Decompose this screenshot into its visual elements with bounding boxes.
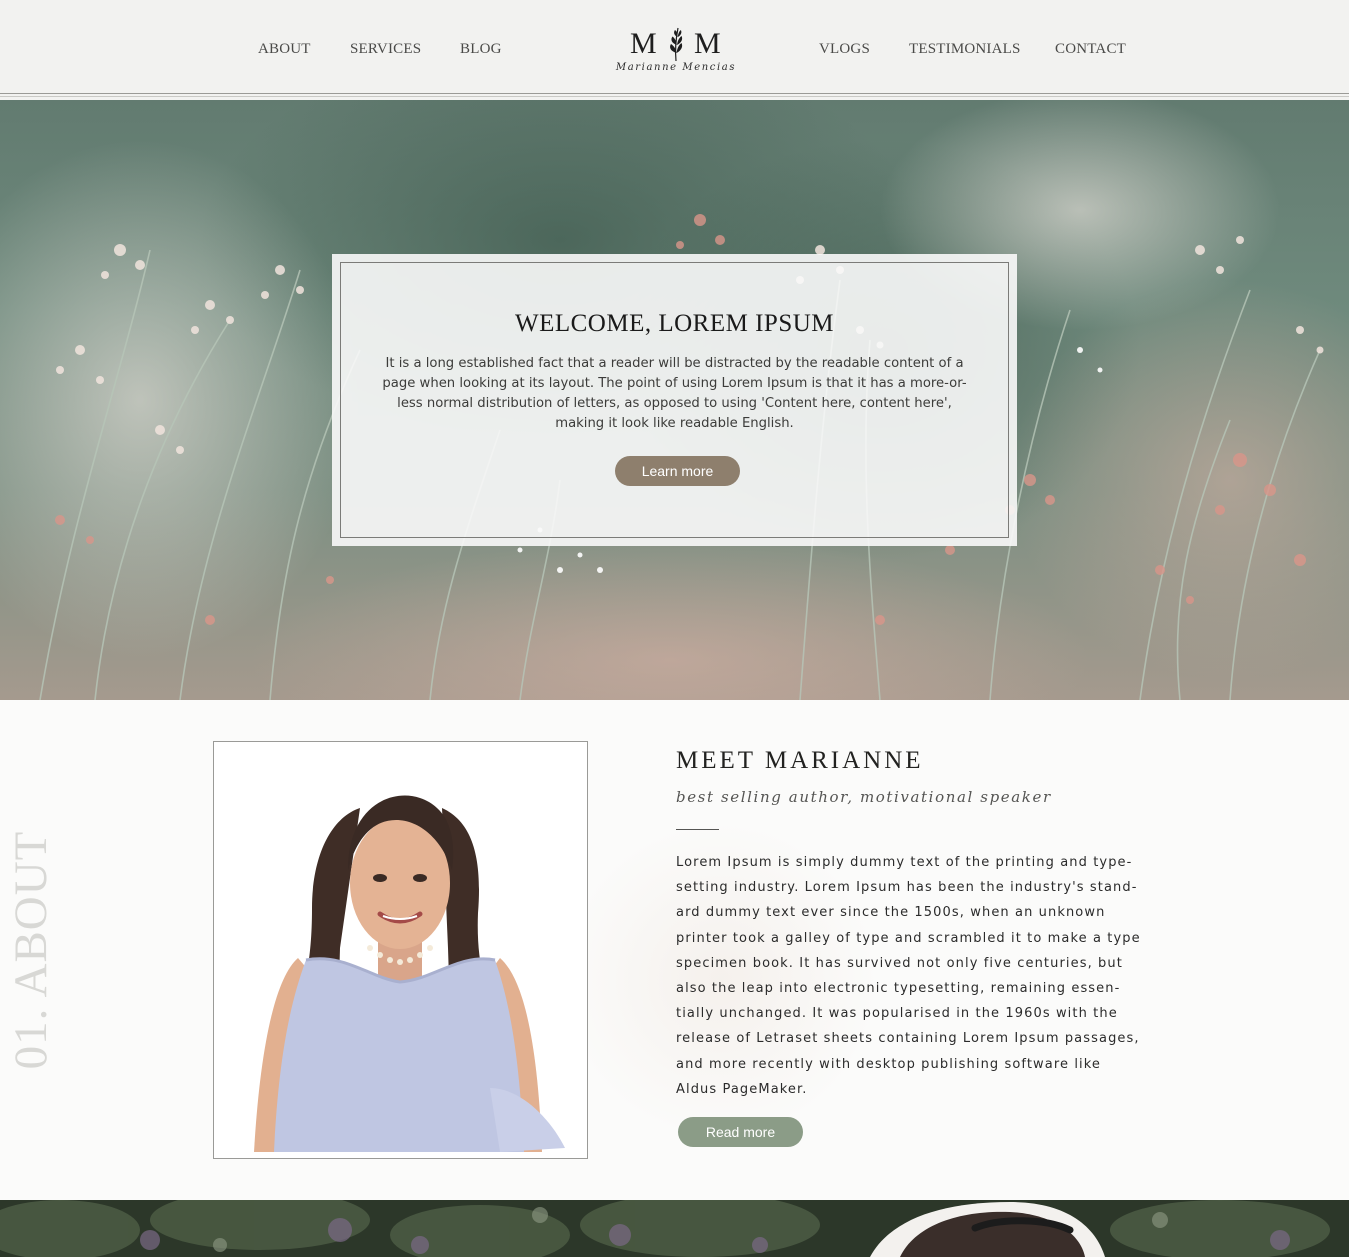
hero-body-text: It is a long established fact that a rea… — [382, 356, 967, 431]
nav-link-blog[interactable]: BLOG — [460, 41, 502, 58]
learn-more-button[interactable]: Learn more — [615, 456, 740, 486]
about-subtitle: best selling author, motivational speake… — [676, 788, 1052, 806]
hero-section: WELCOME, LOREM IPSUM It is a long establ… — [0, 100, 1349, 700]
about-heading: MEET MARIANNE — [676, 747, 924, 774]
next-section-image-strip — [0, 1200, 1349, 1257]
logo-name: Marianne Mencias — [615, 62, 737, 73]
hero-title: WELCOME, LOREM IPSUM — [514, 310, 835, 337]
nav-link-testimonials[interactable]: TESTIMONIALS — [909, 41, 1021, 58]
logo-monogram-right: M — [694, 27, 721, 60]
site-logo[interactable]: M M Marianne Mencias — [610, 24, 742, 80]
logo-monogram-left: M — [630, 27, 657, 60]
nav-link-vlogs[interactable]: VLOGS — [819, 41, 870, 58]
about-divider — [676, 829, 719, 830]
nav-link-contact[interactable]: CONTACT — [1055, 41, 1126, 58]
portrait-photo-frame — [213, 741, 588, 1159]
about-section: MEET MARIANNE best selling author, motiv… — [0, 700, 1349, 1200]
nav-link-about[interactable]: ABOUT — [258, 41, 311, 58]
leaf-icon — [670, 27, 683, 62]
portrait-photo — [220, 748, 581, 1152]
section-number-label: 01. ABOUT — [5, 830, 57, 1070]
read-more-button[interactable]: Read more — [678, 1117, 803, 1147]
next-section-image — [0, 1200, 1349, 1257]
about-body-text: Lorem Ipsum is simply dummy text of the … — [676, 855, 1141, 1097]
nav-link-services[interactable]: SERVICES — [350, 41, 421, 58]
header-rule — [0, 93, 1349, 94]
hero-card: WELCOME, LOREM IPSUM It is a long establ… — [332, 254, 1017, 546]
header-rule-secondary — [0, 96, 1349, 97]
site-header: ABOUT SERVICES BLOG M M Marianne Mencias… — [0, 0, 1349, 100]
